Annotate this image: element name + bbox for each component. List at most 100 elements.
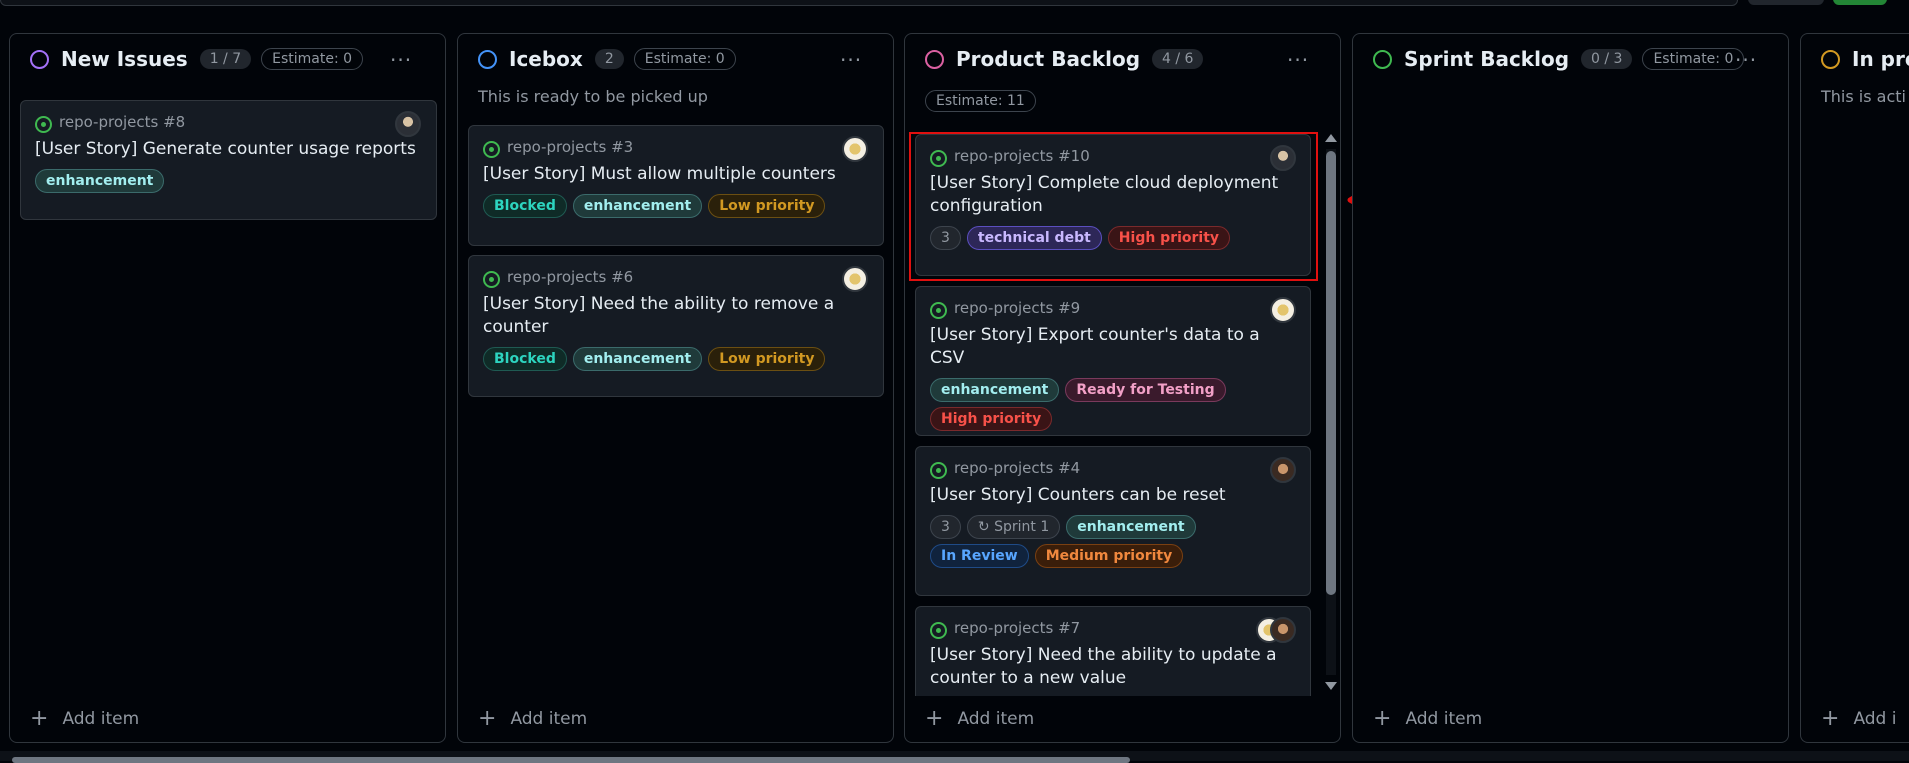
issue-reference: repo-projects #4 bbox=[954, 459, 1081, 477]
issue-title[interactable]: [User Story] Need the ability to remove … bbox=[483, 293, 869, 339]
add-item-button[interactable]: + Add i bbox=[1821, 708, 1896, 730]
label-enhancement[interactable]: enhancement bbox=[572, 347, 703, 371]
label-low-priority[interactable]: Low priority bbox=[708, 194, 826, 218]
toolbar-primary-button[interactable] bbox=[1833, 0, 1887, 5]
open-issue-icon bbox=[483, 140, 500, 158]
assignee-avatar[interactable] bbox=[1270, 457, 1296, 483]
column-header: Icebox 2 Estimate: 0 bbox=[478, 47, 736, 71]
annotation-highlight-box bbox=[909, 132, 1318, 281]
label-low-priority[interactable]: Low priority bbox=[708, 347, 826, 371]
label-enhancement[interactable]: enhancement bbox=[1066, 515, 1196, 539]
issue-title[interactable]: [User Story] Counters can be reset bbox=[930, 484, 1296, 507]
label-in-review[interactable]: In Review bbox=[930, 544, 1029, 568]
column-sprint-backlog: Sprint Backlog 0 / 3 Estimate: 0 ··· + A… bbox=[1352, 33, 1789, 743]
label-enhancement[interactable]: enhancement bbox=[35, 169, 165, 193]
issue-card[interactable]: repo-projects #3 [User Story] Must allow… bbox=[468, 125, 884, 246]
add-item-button[interactable]: + Add item bbox=[925, 704, 1305, 730]
estimate-badge: Estimate: 0 bbox=[1642, 48, 1745, 70]
column-header: Product Backlog 4 / 6 bbox=[925, 47, 1213, 71]
add-item-button[interactable]: + Add item bbox=[30, 708, 139, 730]
open-issue-icon bbox=[35, 115, 52, 133]
issue-title[interactable]: [User Story] Need the ability to update … bbox=[930, 644, 1296, 690]
assignee-avatar[interactable] bbox=[1270, 617, 1296, 643]
plus-icon: + bbox=[925, 706, 944, 731]
assignee-avatar[interactable] bbox=[842, 266, 868, 292]
sprint-field[interactable]: ↻ Sprint 1 bbox=[966, 515, 1061, 539]
issue-reference: repo-projects #8 bbox=[59, 113, 186, 131]
plus-icon: + bbox=[30, 706, 49, 731]
estimate-badge: Estimate: 0 bbox=[633, 48, 736, 70]
open-issue-icon bbox=[483, 270, 500, 288]
estimate-badge: Estimate: 11 bbox=[925, 90, 1036, 112]
add-item-button[interactable]: + Add item bbox=[1373, 708, 1482, 730]
sprint-label: Sprint 1 bbox=[994, 519, 1050, 535]
status-circle-icon bbox=[1373, 49, 1392, 69]
column-new-issues: New Issues 1 / 7 Estimate: 0 ··· repo-pr… bbox=[9, 33, 446, 743]
item-count-badge: 0 / 3 bbox=[1581, 49, 1633, 69]
column-header: New Issues 1 / 7 Estimate: 0 bbox=[30, 47, 364, 71]
issue-card[interactable]: repo-projects #8 [User Story] Generate c… bbox=[20, 100, 437, 220]
open-issue-icon bbox=[930, 621, 947, 639]
horizontal-scrollbar[interactable] bbox=[0, 751, 1909, 763]
issue-title[interactable]: [User Story] Export counter's data to a … bbox=[930, 324, 1296, 370]
label-blocked[interactable]: Blocked bbox=[483, 347, 567, 371]
column-icebox: Icebox 2 Estimate: 0 ··· This is ready t… bbox=[457, 33, 894, 743]
issue-reference: repo-projects #9 bbox=[954, 299, 1081, 317]
estimate-field[interactable]: 3 bbox=[930, 515, 961, 539]
plus-icon: + bbox=[478, 706, 497, 731]
issue-card[interactable]: repo-projects #6 [User Story] Need the a… bbox=[468, 255, 884, 397]
add-item-label: Add i bbox=[1853, 709, 1897, 729]
label-medium-priority[interactable]: Medium priority bbox=[1034, 544, 1184, 568]
scroll-up-icon[interactable] bbox=[1325, 134, 1337, 142]
label-ready-for-testing[interactable]: Ready for Testing bbox=[1065, 378, 1226, 402]
issue-reference: repo-projects #7 bbox=[954, 619, 1081, 637]
add-item-label: Add item bbox=[62, 709, 140, 729]
estimate-badge: Estimate: 0 bbox=[261, 48, 364, 70]
toolbar-button[interactable] bbox=[1748, 0, 1824, 5]
add-item-label: Add item bbox=[510, 709, 588, 729]
label-high-priority[interactable]: High priority bbox=[930, 407, 1053, 431]
open-issue-icon bbox=[930, 461, 947, 479]
column-in-progress: In pro This is acti + Add i bbox=[1800, 33, 1909, 743]
column-description: This is acti bbox=[1821, 87, 1906, 106]
item-count-badge: 2 bbox=[594, 49, 624, 69]
assignee-avatar[interactable] bbox=[842, 136, 868, 162]
scroll-down-icon[interactable] bbox=[1325, 682, 1337, 690]
column-menu-icon[interactable]: ··· bbox=[390, 48, 412, 72]
open-issue-icon bbox=[930, 301, 947, 319]
filter-input[interactable] bbox=[0, 0, 1738, 6]
issue-title[interactable]: [User Story] Generate counter usage repo… bbox=[35, 138, 422, 161]
add-item-label: Add item bbox=[957, 709, 1035, 729]
assignee-avatar[interactable] bbox=[395, 111, 421, 137]
status-circle-icon bbox=[478, 49, 497, 69]
column-description: This is ready to be picked up bbox=[478, 87, 708, 106]
label-blocked[interactable]: Blocked bbox=[483, 194, 567, 218]
issue-card[interactable]: repo-projects #9 [User Story] Export cou… bbox=[915, 286, 1311, 436]
plus-icon: + bbox=[1821, 706, 1840, 731]
issue-card[interactable]: repo-projects #4 [User Story] Counters c… bbox=[915, 446, 1311, 596]
column-menu-icon[interactable]: ··· bbox=[840, 48, 862, 72]
add-item-button[interactable]: + Add item bbox=[478, 708, 587, 730]
label-enhancement[interactable]: enhancement bbox=[930, 378, 1060, 402]
label-enhancement[interactable]: enhancement bbox=[572, 194, 703, 218]
column-title: In pro bbox=[1852, 47, 1909, 71]
column-header: In pro bbox=[1821, 47, 1909, 71]
column-header: Sprint Backlog 0 / 3 Estimate: 0 bbox=[1373, 47, 1745, 71]
column-title: New Issues bbox=[61, 47, 188, 71]
item-count-badge: 1 / 7 bbox=[199, 49, 252, 69]
column-scrollbar[interactable] bbox=[1321, 129, 1341, 695]
issue-card[interactable]: repo-projects #7 [User Story] Need the a… bbox=[915, 606, 1311, 696]
assignee-avatar[interactable] bbox=[1270, 297, 1296, 323]
plus-icon: + bbox=[1373, 706, 1392, 731]
issue-title[interactable]: [User Story] Must allow multiple counter… bbox=[483, 163, 869, 186]
issue-reference: repo-projects #6 bbox=[507, 268, 634, 286]
scroll-thumb[interactable] bbox=[1326, 151, 1336, 595]
top-toolbar bbox=[0, 0, 1909, 8]
issue-reference: repo-projects #3 bbox=[507, 138, 634, 156]
horizontal-scroll-thumb[interactable] bbox=[12, 757, 1130, 763]
column-menu-icon[interactable]: ··· bbox=[1287, 48, 1309, 72]
column-title: Product Backlog bbox=[956, 47, 1141, 71]
status-circle-icon bbox=[30, 49, 49, 69]
column-menu-icon[interactable]: ··· bbox=[1735, 48, 1757, 72]
item-count-badge: 4 / 6 bbox=[1152, 49, 1204, 69]
